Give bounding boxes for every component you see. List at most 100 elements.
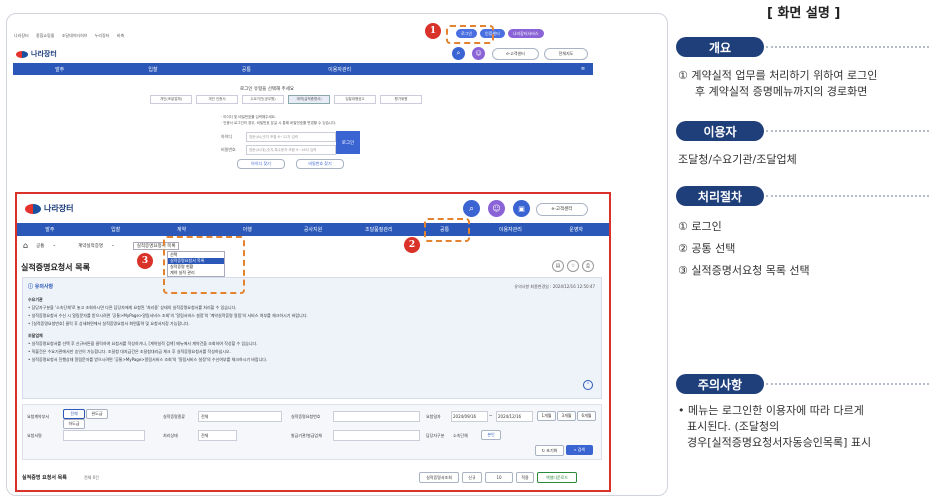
logo-mark-icon bbox=[25, 203, 41, 214]
info-line: · 인증서 로그인의 경우, 비밀번호 분실 시 통해 비밀번호를 변경할 수 … bbox=[221, 121, 337, 125]
util-link[interactable]: 나라장터 bbox=[14, 33, 29, 38]
nav-item[interactable]: 이행 bbox=[214, 226, 280, 233]
nav-item[interactable]: 계약 bbox=[149, 226, 215, 233]
cert-lookup-button[interactable]: 실적증명서조회 bbox=[419, 472, 459, 483]
req-no-input[interactable] bbox=[333, 411, 420, 422]
filter-label: 요청서명 bbox=[27, 433, 42, 438]
section-notes: 주의사항 bbox=[676, 374, 764, 394]
login-submit-button[interactable]: 로그인 bbox=[336, 131, 360, 154]
user-type-tab[interactable]: 개인(조달업체) bbox=[150, 95, 192, 104]
user-type-tabs: 개인(조달업체) 개인 인증서 수요기관(공무원) 계약(실적증명서) 입찰대행… bbox=[150, 95, 422, 104]
search-icon[interactable]: ⌕ bbox=[463, 200, 480, 217]
util-link[interactable]: 종합쇼핑몰 bbox=[36, 33, 54, 38]
top-main-nav: 발주 입찰 공통 이용자관리 ≡ bbox=[13, 63, 593, 75]
notice-sub: 조달업체 bbox=[28, 333, 43, 338]
user-type-tab[interactable]: 수요기관(공무원) bbox=[242, 95, 284, 104]
date-from-input[interactable]: 2024/09/16 bbox=[451, 411, 488, 422]
cart-icon[interactable]: ▣ bbox=[513, 200, 530, 217]
id-label: 아이디 bbox=[221, 134, 233, 139]
nav-item[interactable]: 입찰 bbox=[83, 226, 149, 233]
nav-item[interactable]: 입찰 bbox=[106, 66, 199, 73]
nav-item[interactable]: 공통 bbox=[200, 66, 293, 73]
id-input[interactable]: 영문(소)/숫자 조합 6~12자 입력 bbox=[246, 132, 336, 142]
notice-sub: 수요기관 bbox=[28, 297, 43, 302]
home-icon[interactable]: ⌂ bbox=[23, 241, 28, 250]
full-map-button[interactable]: 전체지도 bbox=[544, 48, 588, 60]
service-button[interactable]: 나라장터서비스 bbox=[507, 29, 544, 38]
filter-label: 처리상태 bbox=[163, 433, 178, 438]
apply-button[interactable]: 적용 bbox=[516, 472, 534, 483]
issuer-input[interactable] bbox=[333, 430, 420, 441]
status-select[interactable]: 전체 bbox=[198, 430, 237, 441]
util-link[interactable]: 누리장터 bbox=[95, 33, 110, 38]
breadcrumb-item[interactable]: 계약실적증명 bbox=[78, 243, 103, 249]
top-logo[interactable]: 나라장터 bbox=[16, 49, 57, 59]
mine-button[interactable]: 본인 bbox=[481, 430, 501, 440]
main-logo[interactable]: 나라장터 bbox=[25, 203, 73, 214]
month-3-button[interactable]: 3개월 bbox=[557, 411, 576, 421]
doc-type-select[interactable]: 전체 bbox=[198, 411, 282, 422]
section-procedure: 처리절차 bbox=[676, 186, 764, 206]
reset-button[interactable]: ↻ 초기화 bbox=[535, 445, 564, 456]
find-id-button[interactable]: 아이디 찾기 bbox=[237, 159, 285, 169]
notice-title: ⓘ 유의사항 bbox=[28, 283, 53, 290]
notice-line: • 실적증명요청서 진행상태 알림문자를 받으시려면 '공통>MyPage>알림… bbox=[28, 357, 268, 362]
user-type-tab[interactable]: 평가위원 bbox=[380, 95, 422, 104]
procedure-line: ① 로그인 bbox=[678, 220, 722, 233]
notice-line: • 실적증명요청서 수신 시 알림문자를 받으시려면 '공통>MyPage>알림… bbox=[28, 313, 308, 318]
date-to-input[interactable]: 2024/12/16 bbox=[496, 411, 533, 422]
chevron-down-icon: ⌄ bbox=[52, 243, 57, 248]
filter-label: 담당자구분 bbox=[426, 433, 445, 438]
nav-item[interactable]: 조달품질관리 bbox=[346, 226, 412, 233]
star-icon[interactable]: ☆ bbox=[567, 260, 579, 272]
pw-input[interactable]: 영문(소/대),숫자,특수문자 조합 9~16자 입력 bbox=[246, 145, 336, 155]
month-6-button[interactable]: 6개월 bbox=[577, 411, 596, 421]
customer-center-button[interactable]: e-고객센터 bbox=[492, 48, 539, 60]
user-type-tab[interactable]: 개인 인증서 bbox=[196, 95, 238, 104]
collapse-icon[interactable]: ⌃ bbox=[583, 380, 593, 390]
user-icon[interactable]: ☺ bbox=[488, 200, 505, 217]
user-icon[interactable]: ☺ bbox=[472, 47, 485, 60]
page-title: 실적증명요청서 목록 bbox=[21, 263, 91, 272]
search-icon[interactable]: ⌕ bbox=[452, 47, 465, 60]
nav-item[interactable]: 운영자 bbox=[543, 226, 609, 233]
step-badge-3: 3 bbox=[137, 253, 153, 269]
filter-label: 발급기관/발급업체 bbox=[291, 433, 322, 438]
share-icon[interactable]: ⎙ bbox=[582, 260, 594, 272]
main-screenshot: 나라장터 ⌕ ☺ ▣ e-고객센터 발주 입찰 계약 이행 공사지원 조달품질관… bbox=[15, 192, 611, 492]
overview-line: 후 계약실적 증명메뉴까지의 경로화면 bbox=[695, 85, 868, 98]
user-type-tab[interactable]: 입찰대행공고 bbox=[334, 95, 376, 104]
nav-item[interactable]: 이용자관리 bbox=[477, 226, 543, 233]
opt-all-button[interactable]: 전체 bbox=[63, 409, 85, 419]
search-button[interactable]: ⌕ 검색 bbox=[566, 445, 593, 455]
nav-item[interactable]: 공사지원 bbox=[280, 226, 346, 233]
nav-item[interactable]: 이용자관리 bbox=[293, 66, 386, 73]
manager-value: 소속단체 bbox=[453, 433, 468, 438]
filter-label: 실적증명종류 bbox=[163, 414, 186, 419]
page-tools: ▤ ☆ ⎙ bbox=[552, 260, 594, 272]
nav-item[interactable]: 발주 bbox=[17, 226, 83, 233]
print-icon[interactable]: ▤ bbox=[552, 260, 564, 272]
breadcrumb-item[interactable]: 공통 bbox=[36, 243, 44, 249]
util-link[interactable]: 조달데이터허브 bbox=[62, 33, 88, 38]
notice-line: • [실적증명요청번호] 클릭 후 상세화면에서 실적증명요청서 화면출력 및 … bbox=[28, 321, 190, 326]
opt-sub-button[interactable]: 하도급 bbox=[63, 419, 85, 429]
util-link[interactable]: 비축 bbox=[117, 33, 124, 38]
info-icon: ⓘ bbox=[28, 284, 35, 290]
nav-item[interactable]: 발주 bbox=[13, 66, 106, 73]
login-highlight bbox=[446, 25, 494, 44]
user-type-tab[interactable]: 계약(실적증명서) bbox=[288, 95, 330, 104]
utility-links: 나라장터 종합쇼핑몰 조달데이터허브 누리장터 비축 bbox=[14, 33, 130, 39]
page-size-select[interactable]: 10 bbox=[485, 472, 513, 483]
customer-center-button[interactable]: e-고객센터 bbox=[536, 203, 588, 216]
select-prompt: 로그인 유형을 선택해 주세요 bbox=[240, 87, 294, 92]
notice-line: • 직불건은 수요기관에서만 승인이 가능합니다. 조달청 대지급건은 조달청대… bbox=[28, 349, 231, 354]
requester-input[interactable] bbox=[63, 430, 145, 441]
opt-contract-button[interactable]: 완도급 bbox=[86, 409, 108, 419]
find-pw-button[interactable]: 비밀번호 찾기 bbox=[296, 159, 344, 169]
step-badge-2: 2 bbox=[404, 237, 420, 253]
excel-download-button[interactable]: 엑셀다운로드 bbox=[537, 472, 577, 483]
month-1-button[interactable]: 1개월 bbox=[537, 411, 556, 421]
menu-icon[interactable]: ≡ bbox=[573, 66, 593, 72]
new-button[interactable]: 신규 bbox=[462, 472, 482, 483]
